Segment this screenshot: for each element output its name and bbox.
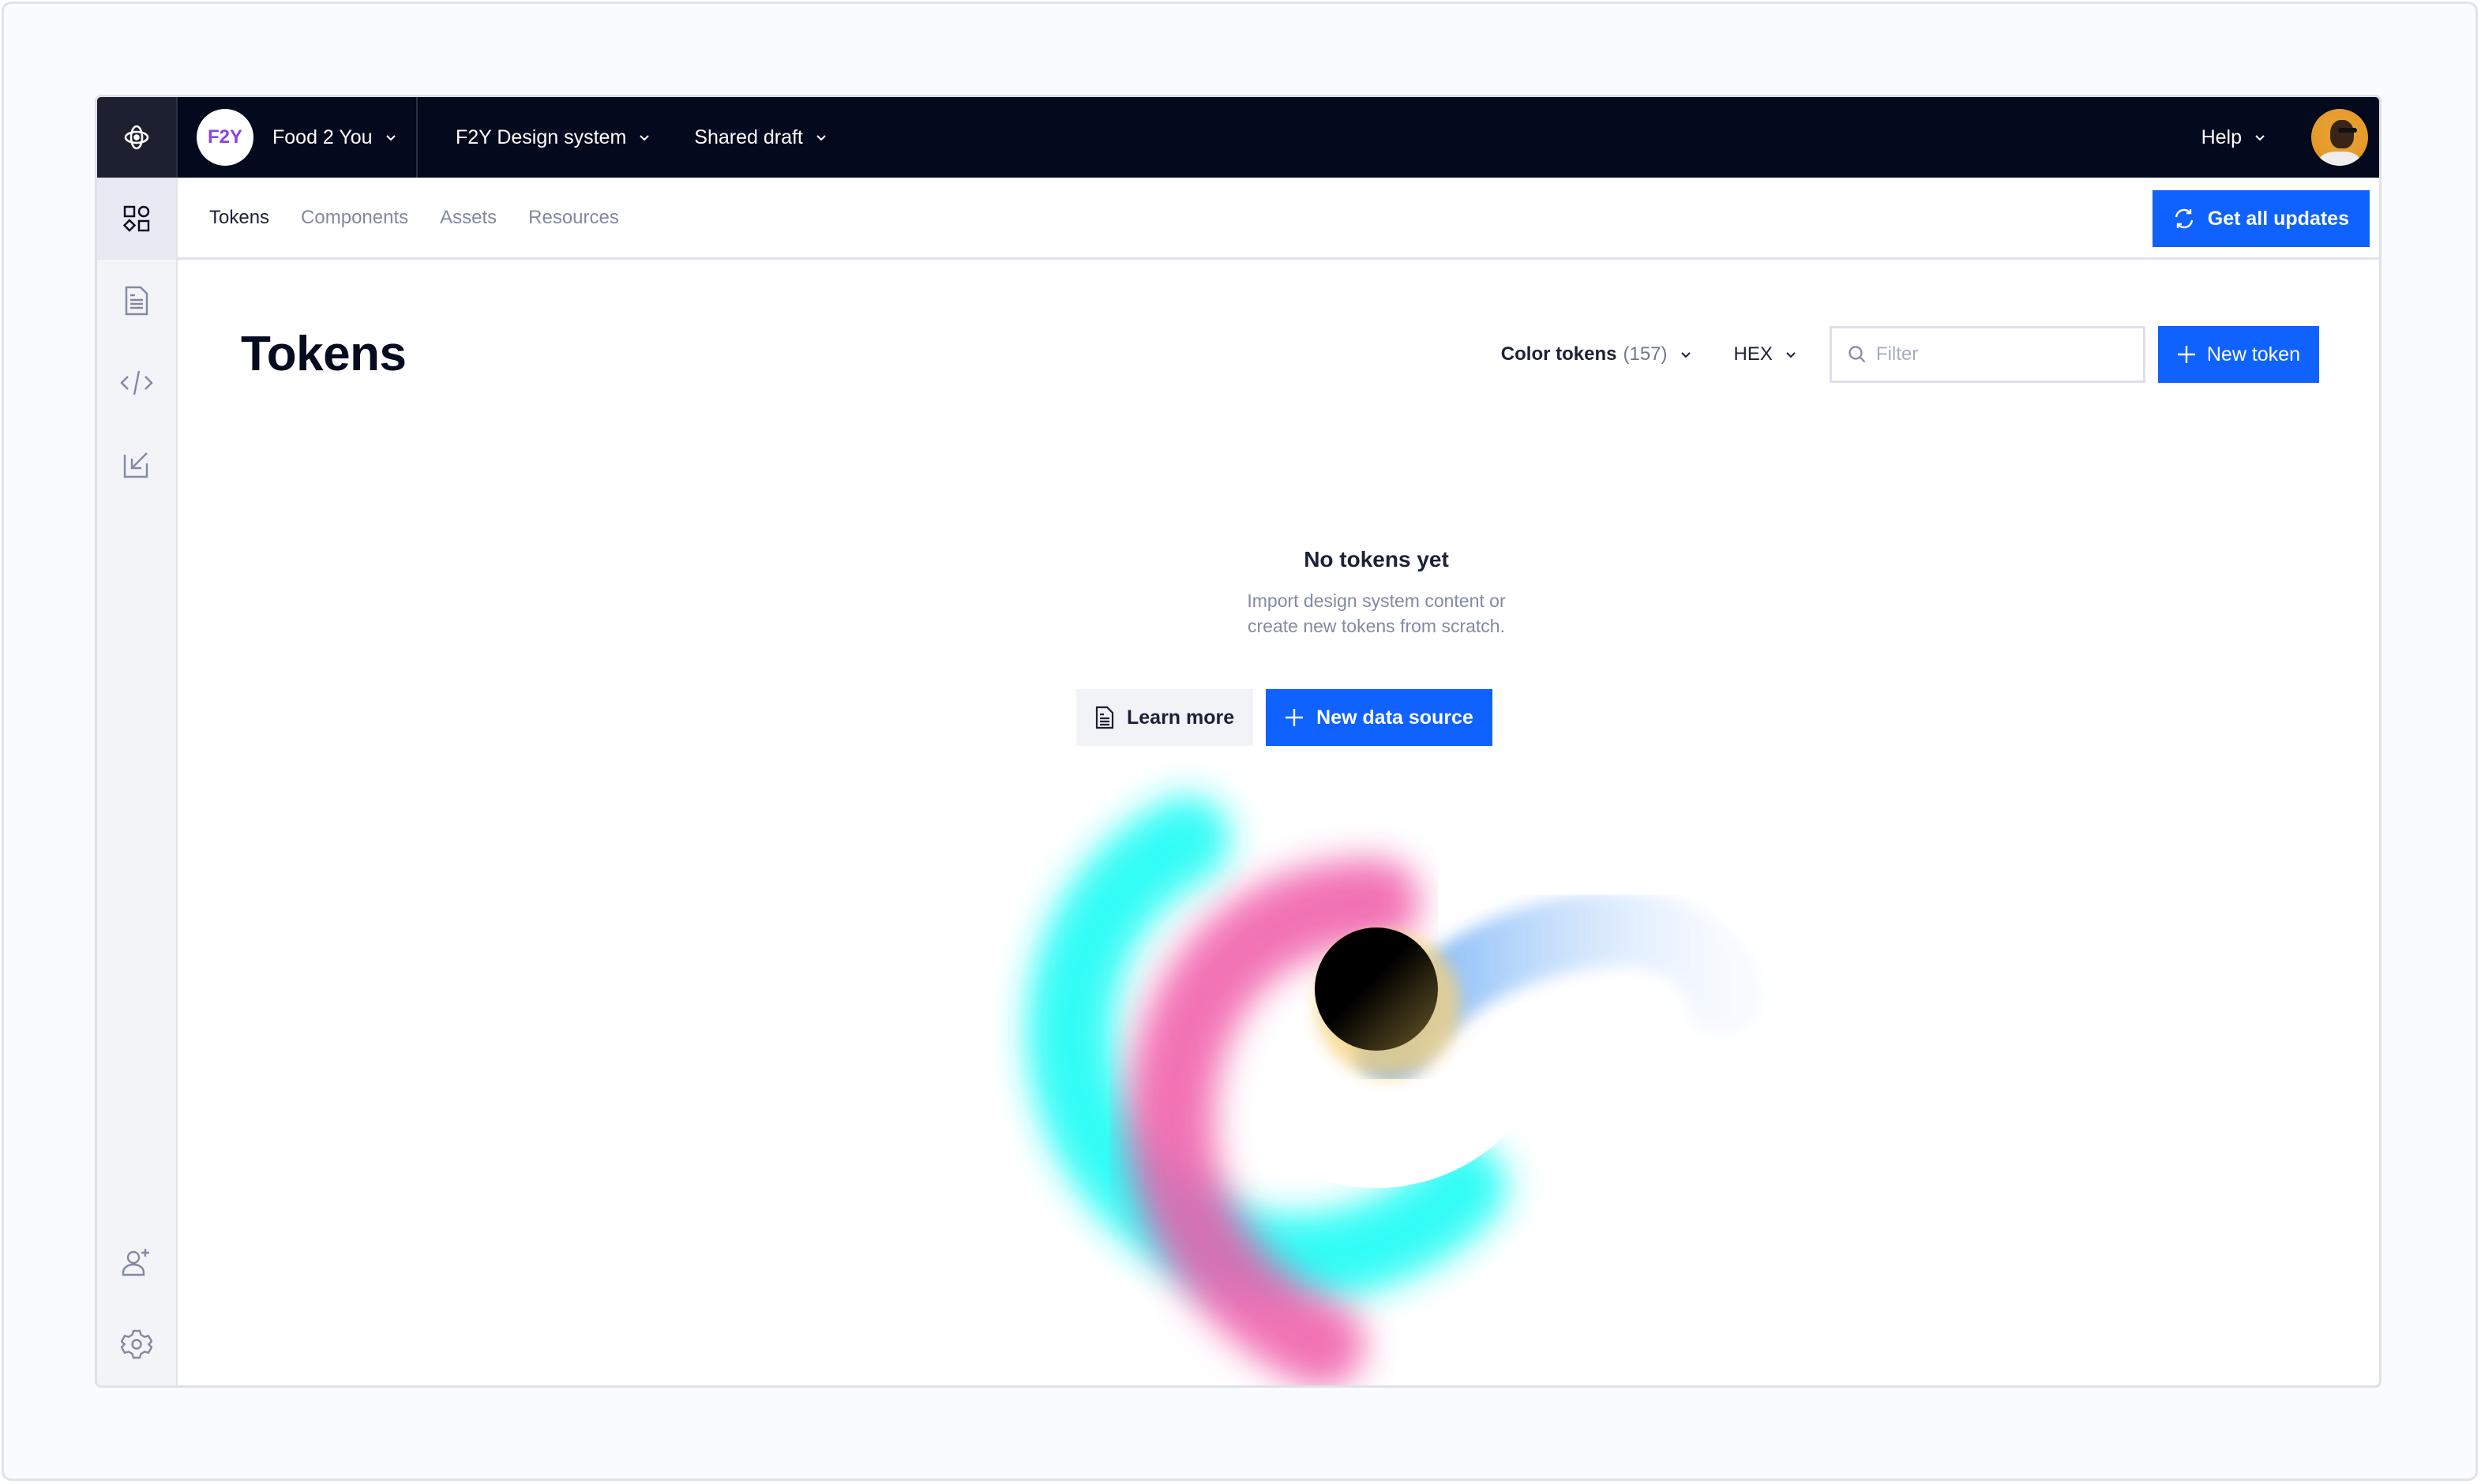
page-title: Tokens	[241, 327, 407, 381]
filter-field[interactable]	[1829, 326, 2145, 383]
document-icon	[1095, 706, 1114, 729]
empty-state-description-line1: Import design system content or	[1247, 590, 1506, 611]
chevron-down-icon	[816, 135, 826, 141]
token-type-label: Color tokens	[1500, 343, 1617, 365]
rail-item-settings[interactable]	[97, 1303, 176, 1385]
workspace-switcher[interactable]: F2Y Food 2 You	[178, 97, 418, 178]
empty-state-actions: Learn more New data source	[1076, 689, 1492, 746]
add-user-icon	[122, 1249, 149, 1276]
tab-components[interactable]: Components	[301, 207, 408, 229]
document-icon	[125, 286, 148, 316]
get-all-updates-label: Get all updates	[2207, 207, 2349, 230]
tab-assets[interactable]: Assets	[440, 207, 497, 229]
avatar-glasses	[2338, 128, 2357, 133]
chevron-down-icon	[2255, 135, 2265, 141]
rail-item-invite[interactable]	[97, 1221, 176, 1303]
rail-item-documentation[interactable]	[97, 260, 176, 342]
chevron-down-icon	[640, 135, 650, 141]
filter-input[interactable]	[1875, 343, 2129, 365]
workspace-badge: F2Y	[197, 109, 253, 166]
plus-icon	[2177, 346, 2195, 363]
search-icon	[1849, 346, 1866, 363]
avatar-shirt	[2319, 152, 2360, 166]
color-format-dropdown[interactable]: HEX	[1734, 343, 1796, 365]
tab-tokens[interactable]: Tokens	[209, 207, 269, 229]
color-format-label: HEX	[1733, 343, 1773, 365]
import-arrow-icon	[123, 452, 148, 478]
rail-item-tokens[interactable]	[97, 178, 176, 260]
version-label: Shared draft	[694, 126, 803, 148]
learn-more-label: Learn more	[1127, 706, 1235, 729]
topbar-right: Help	[2201, 109, 2379, 166]
token-count: (157)	[1623, 343, 1668, 365]
app-window: F2Y Food 2 You F2Y Design system Shared …	[95, 95, 2382, 1388]
design-system-dropdown[interactable]: F2Y Design system	[456, 126, 650, 149]
gear-icon	[121, 1329, 152, 1359]
tokens-shapes-icon	[122, 205, 150, 232]
help-label: Help	[2201, 126, 2242, 148]
black-orb	[1315, 928, 1438, 1051]
help-dropdown[interactable]: Help	[2201, 126, 2265, 149]
learn-more-button[interactable]: Learn more	[1076, 689, 1254, 746]
tab-resources[interactable]: Resources	[528, 207, 619, 229]
refresh-icon	[2175, 208, 2193, 229]
section-tabs: Tokens Components Assets Resources Get a…	[178, 178, 2379, 260]
new-token-label: New token	[2206, 343, 2300, 365]
chevron-down-icon	[1786, 352, 1796, 358]
rail-item-code[interactable]	[97, 342, 176, 424]
workspace-name: Food 2 You	[272, 126, 373, 148]
get-all-updates-button[interactable]: Get all updates	[2152, 190, 2370, 247]
code-icon	[120, 370, 153, 395]
plus-icon	[1286, 709, 1304, 726]
empty-state-description: Import design system content or create n…	[1029, 588, 1724, 639]
empty-state-description-line2: create new tokens from scratch.	[1248, 616, 1505, 636]
design-system-label: F2Y Design system	[456, 126, 627, 148]
top-bar: F2Y Food 2 You F2Y Design system Shared …	[97, 97, 2379, 178]
app-logo[interactable]	[97, 97, 178, 178]
rail-item-import[interactable]	[97, 424, 176, 506]
version-dropdown[interactable]: Shared draft	[694, 126, 827, 149]
user-avatar[interactable]	[2311, 109, 2368, 166]
new-data-source-button[interactable]: New data source	[1266, 689, 1492, 746]
empty-state-title: No tokens yet	[1304, 547, 1449, 571]
rail-bottom	[97, 1221, 176, 1385]
left-rail	[97, 178, 178, 1385]
tokens-toolbar: Color tokens (157) HEX New token	[1501, 326, 2319, 383]
new-data-source-label: New data source	[1316, 706, 1473, 729]
new-token-button[interactable]: New token	[2157, 326, 2319, 383]
app-logo-icon	[124, 125, 149, 150]
empty-state: No tokens yet Import design system conte…	[1029, 547, 1724, 639]
chevron-down-icon	[1680, 352, 1691, 358]
chevron-down-icon	[385, 135, 396, 141]
empty-state-illustration	[1027, 796, 1762, 1385]
token-type-dropdown[interactable]: Color tokens (157)	[1501, 343, 1691, 365]
avatar-head	[2330, 120, 2354, 148]
